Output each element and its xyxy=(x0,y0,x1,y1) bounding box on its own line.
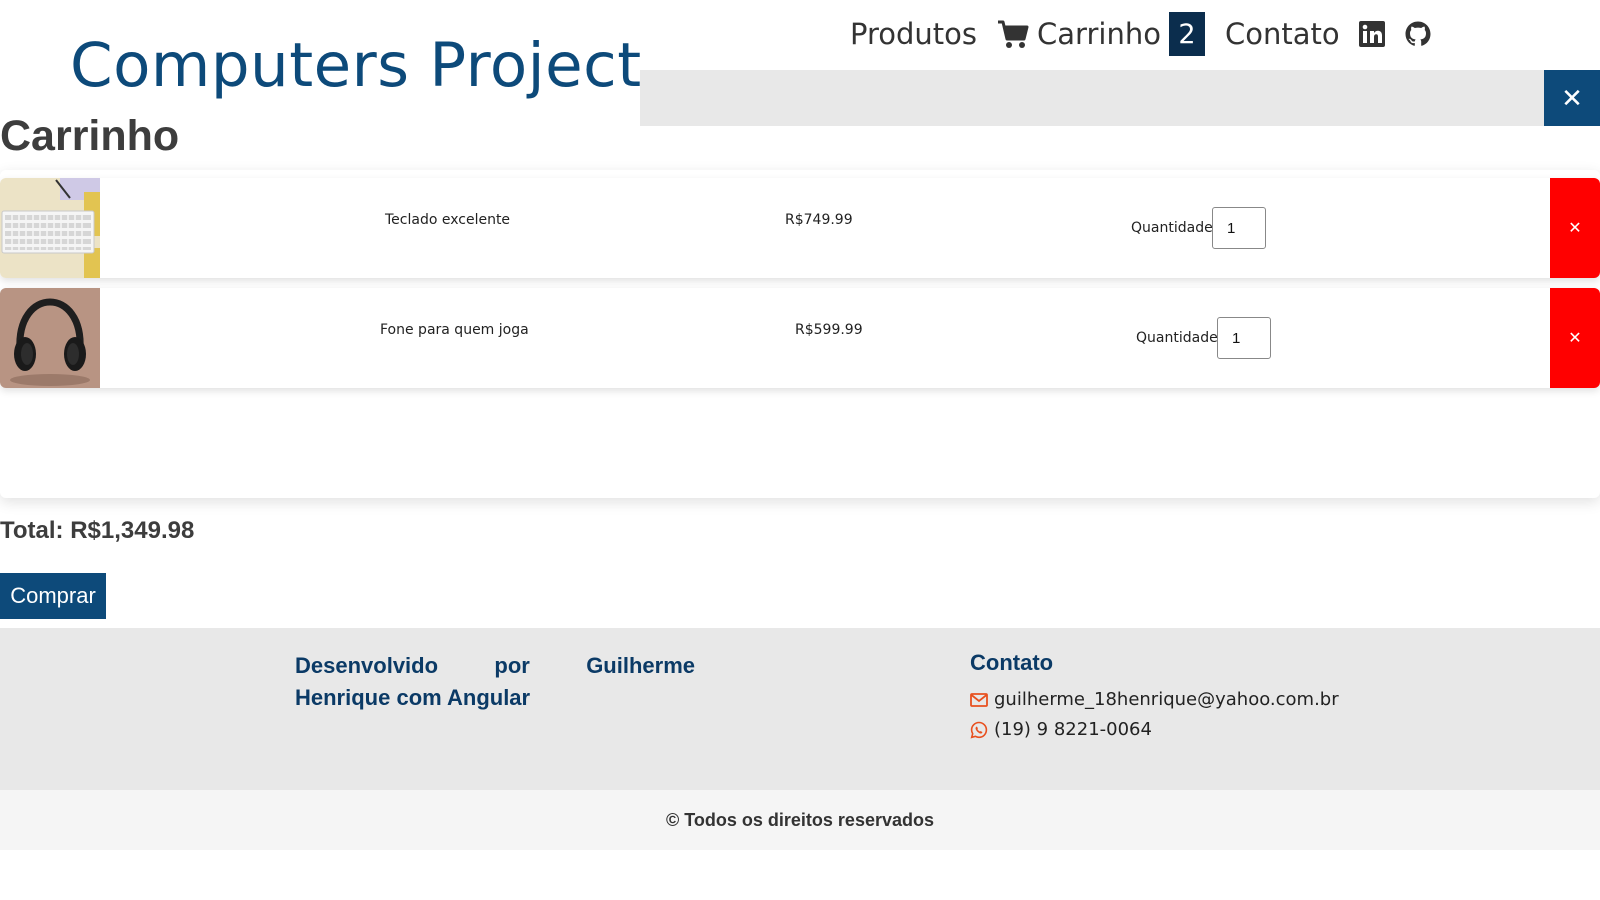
search-bar[interactable] xyxy=(640,70,1544,126)
contact-email-text: guilherme_18henrique@yahoo.com.br xyxy=(994,689,1339,710)
quantity-label: Quantidade: xyxy=(1131,220,1218,236)
nav-contato[interactable]: Contato xyxy=(1225,17,1340,51)
contact-phone[interactable]: (19) 9 8221-0064 xyxy=(970,719,1152,740)
cart-panel: Teclado excelente R$749.99 Quantidade: ✕… xyxy=(0,170,1600,498)
envelope-icon xyxy=(970,692,988,707)
contact-phone-text: (19) 9 8221-0064 xyxy=(994,719,1152,740)
close-icon: ✕ xyxy=(1561,82,1583,113)
main-nav: Produtos Carrinho 2 Contato xyxy=(850,12,1450,56)
whatsapp-icon xyxy=(970,721,988,738)
linkedin-icon[interactable] xyxy=(1358,20,1386,48)
cart-item: Teclado excelente R$749.99 Quantidade: ✕ xyxy=(0,178,1600,278)
footer: Desenvolvido por Guilherme Henrique com … xyxy=(0,628,1600,790)
item-price: R$599.99 xyxy=(795,322,863,338)
contact-email[interactable]: guilherme_18henrique@yahoo.com.br xyxy=(970,689,1339,710)
brand-title[interactable]: Computers Project xyxy=(70,30,642,101)
cart-total: Total: R$1,349.98 xyxy=(0,517,195,544)
close-search-button[interactable]: ✕ xyxy=(1544,70,1600,126)
nav-carrinho[interactable]: Carrinho 2 xyxy=(997,12,1205,56)
nav-produtos[interactable]: Produtos xyxy=(850,17,977,51)
item-price: R$749.99 xyxy=(785,212,853,228)
item-name: Fone para quem joga xyxy=(380,322,529,338)
headphones-thumbnail xyxy=(0,288,100,388)
quantity-label: Quantidade: xyxy=(1136,330,1223,346)
quantity-input[interactable] xyxy=(1212,207,1266,249)
quantity-input[interactable] xyxy=(1217,317,1271,359)
footer-contact-title: Contato xyxy=(970,650,1054,675)
developer-credit: Desenvolvido por Guilherme Henrique com … xyxy=(295,653,695,710)
github-icon[interactable] xyxy=(1404,20,1432,48)
close-icon: ✕ xyxy=(1568,220,1582,237)
keyboard-thumbnail xyxy=(0,178,100,278)
copyright-bar: © Todos os direitos reservados xyxy=(0,790,1600,850)
close-icon: ✕ xyxy=(1568,330,1582,347)
buy-button[interactable]: Comprar xyxy=(0,573,106,619)
cart-item: Fone para quem joga R$599.99 Quantidade:… xyxy=(0,288,1600,388)
copyright-text: © Todos os direitos reservados xyxy=(665,809,934,830)
remove-item-button[interactable]: ✕ xyxy=(1550,288,1600,388)
cart-icon xyxy=(998,20,1029,48)
item-name: Teclado excelente xyxy=(385,212,511,228)
remove-item-button[interactable]: ✕ xyxy=(1550,178,1600,278)
page-title: Carrinho xyxy=(0,112,180,160)
cart-count-badge: 2 xyxy=(1168,12,1205,56)
nav-carrinho-label: Carrinho xyxy=(1037,17,1161,51)
